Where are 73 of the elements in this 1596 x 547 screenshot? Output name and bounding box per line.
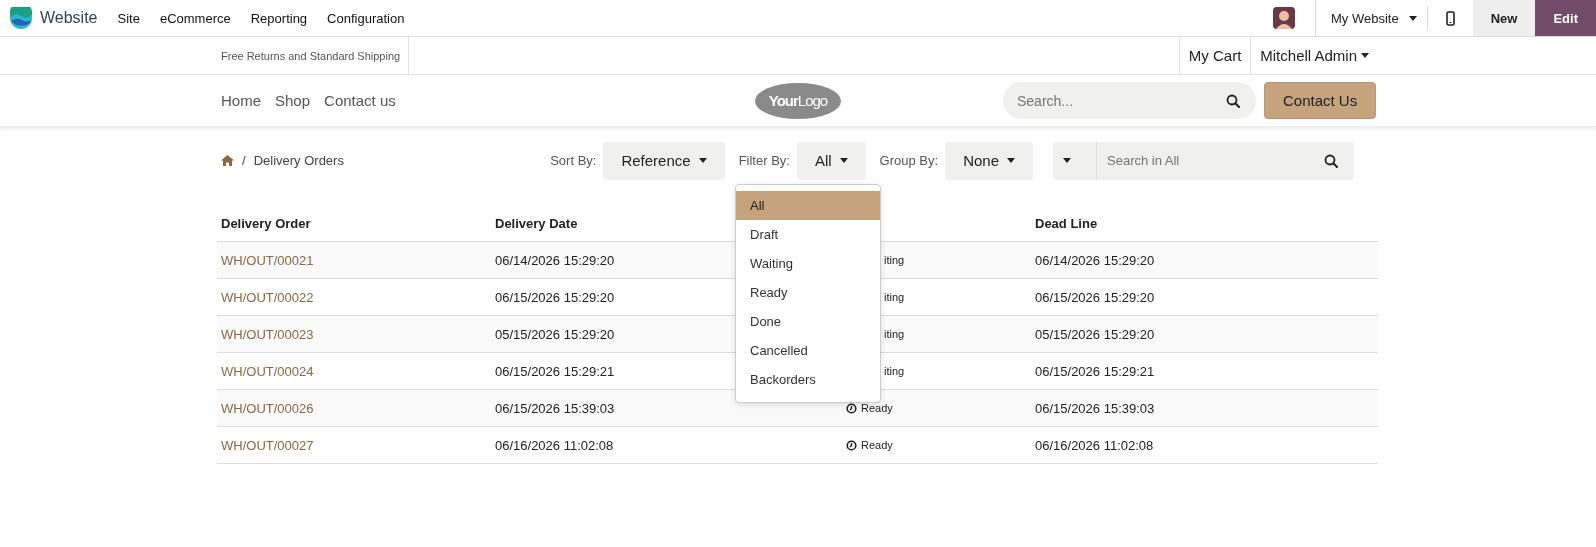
filter-label: Filter By: (738, 153, 790, 168)
caret-icon (698, 158, 707, 163)
new-button[interactable]: New (1472, 0, 1536, 36)
breadcrumb-current: Delivery Orders (253, 153, 344, 168)
menu-item[interactable]: Configuration (317, 10, 415, 26)
caret-icon (1062, 158, 1071, 163)
status-text: iting (884, 365, 905, 377)
mobile-preview-icon[interactable] (1445, 10, 1455, 26)
sort-label: Sort By: (550, 153, 597, 168)
table-cell: 06/14/2026 15:29:20 (1035, 252, 1155, 268)
table-cell: 06/15/2026 15:29:21 (1035, 363, 1155, 379)
order-link[interactable]: WH/OUT/00026 (221, 400, 314, 416)
app-logo-icon (10, 7, 32, 29)
group-dropdown[interactable]: None (945, 141, 1033, 180)
clock-icon (846, 402, 857, 414)
filter-option[interactable]: Waiting (736, 249, 880, 278)
announcement-text: Free Returns and Standard Shipping (221, 37, 410, 74)
search-input[interactable]: Search in All (1097, 140, 1324, 181)
search-icon (1324, 153, 1338, 168)
user-menu[interactable]: Mitchell Admin (1250, 37, 1378, 74)
nav-link[interactable]: Contact us (324, 92, 396, 109)
filter-option[interactable]: Done (736, 307, 880, 336)
avatar-icon[interactable] (1273, 7, 1296, 29)
edit-button[interactable]: Edit (1535, 0, 1596, 36)
home-icon[interactable] (221, 155, 234, 166)
table-cell: 05/15/2026 15:29:20 (495, 326, 615, 342)
filter-option[interactable]: Backorders (736, 365, 880, 394)
menu-item[interactable]: Reporting (240, 10, 318, 26)
caret-icon (1007, 158, 1015, 163)
nav-link[interactable]: Shop (275, 92, 311, 109)
caret-icon (1408, 15, 1417, 21)
table-cell: 06/15/2026 15:39:03 (1035, 400, 1155, 416)
menu-item[interactable]: Site (107, 10, 150, 26)
status-text: iting (884, 291, 905, 303)
table-cell: 05/15/2026 15:29:20 (1035, 326, 1155, 342)
column-header: Dead Line (1031, 205, 1378, 242)
search-icon (1226, 93, 1240, 108)
status-text: Ready (861, 439, 893, 451)
search-input[interactable]: Search... (1003, 81, 1226, 120)
table-cell: 06/15/2026 15:29:20 (1035, 289, 1155, 305)
table-cell: 06/15/2026 15:29:21 (495, 363, 615, 379)
filter-option[interactable]: Cancelled (736, 336, 880, 365)
order-link[interactable]: WH/OUT/00022 (221, 289, 314, 305)
table-cell: 06/15/2026 15:29:20 (495, 289, 615, 305)
menu-item[interactable]: eCommerce (149, 10, 241, 26)
caret-icon (839, 158, 848, 163)
table-cell: 06/15/2026 15:39:03 (495, 400, 615, 416)
status-text: Ready (861, 402, 893, 414)
table-cell: 06/16/2026 11:02:08 (1035, 437, 1154, 453)
status-text: iting (884, 328, 905, 340)
cart-link[interactable]: My Cart (1178, 37, 1251, 74)
order-link[interactable]: WH/OUT/00027 (221, 437, 314, 453)
sort-dropdown[interactable]: Reference (603, 141, 725, 180)
order-link[interactable]: WH/OUT/00021 (221, 252, 314, 268)
caret-icon (1361, 53, 1369, 58)
filter-option[interactable]: Ready (736, 278, 880, 307)
group-label: Group By: (879, 153, 939, 168)
filter-option[interactable]: All (736, 191, 880, 220)
order-link[interactable]: WH/OUT/00024 (221, 363, 314, 379)
website-switcher[interactable]: My Website (1315, 0, 1427, 36)
table-cell: 06/14/2026 15:29:20 (495, 252, 615, 268)
order-link[interactable]: WH/OUT/00023 (221, 326, 314, 342)
column-header: Delivery Order (217, 205, 491, 242)
nav-link[interactable]: Home (221, 92, 261, 109)
table-cell: 06/16/2026 11:02:08 (495, 437, 614, 453)
app-name[interactable]: Website (40, 9, 98, 27)
filter-dropdown[interactable]: All (796, 141, 866, 180)
search-field[interactable]: Search... (1003, 82, 1256, 119)
search-field[interactable]: Search in All (1053, 141, 1354, 180)
contact-us-button[interactable]: Contact Us (1264, 82, 1377, 119)
clock-icon (846, 439, 857, 451)
status-text: iting (884, 254, 905, 266)
breadcrumb-separator: / (242, 153, 246, 168)
